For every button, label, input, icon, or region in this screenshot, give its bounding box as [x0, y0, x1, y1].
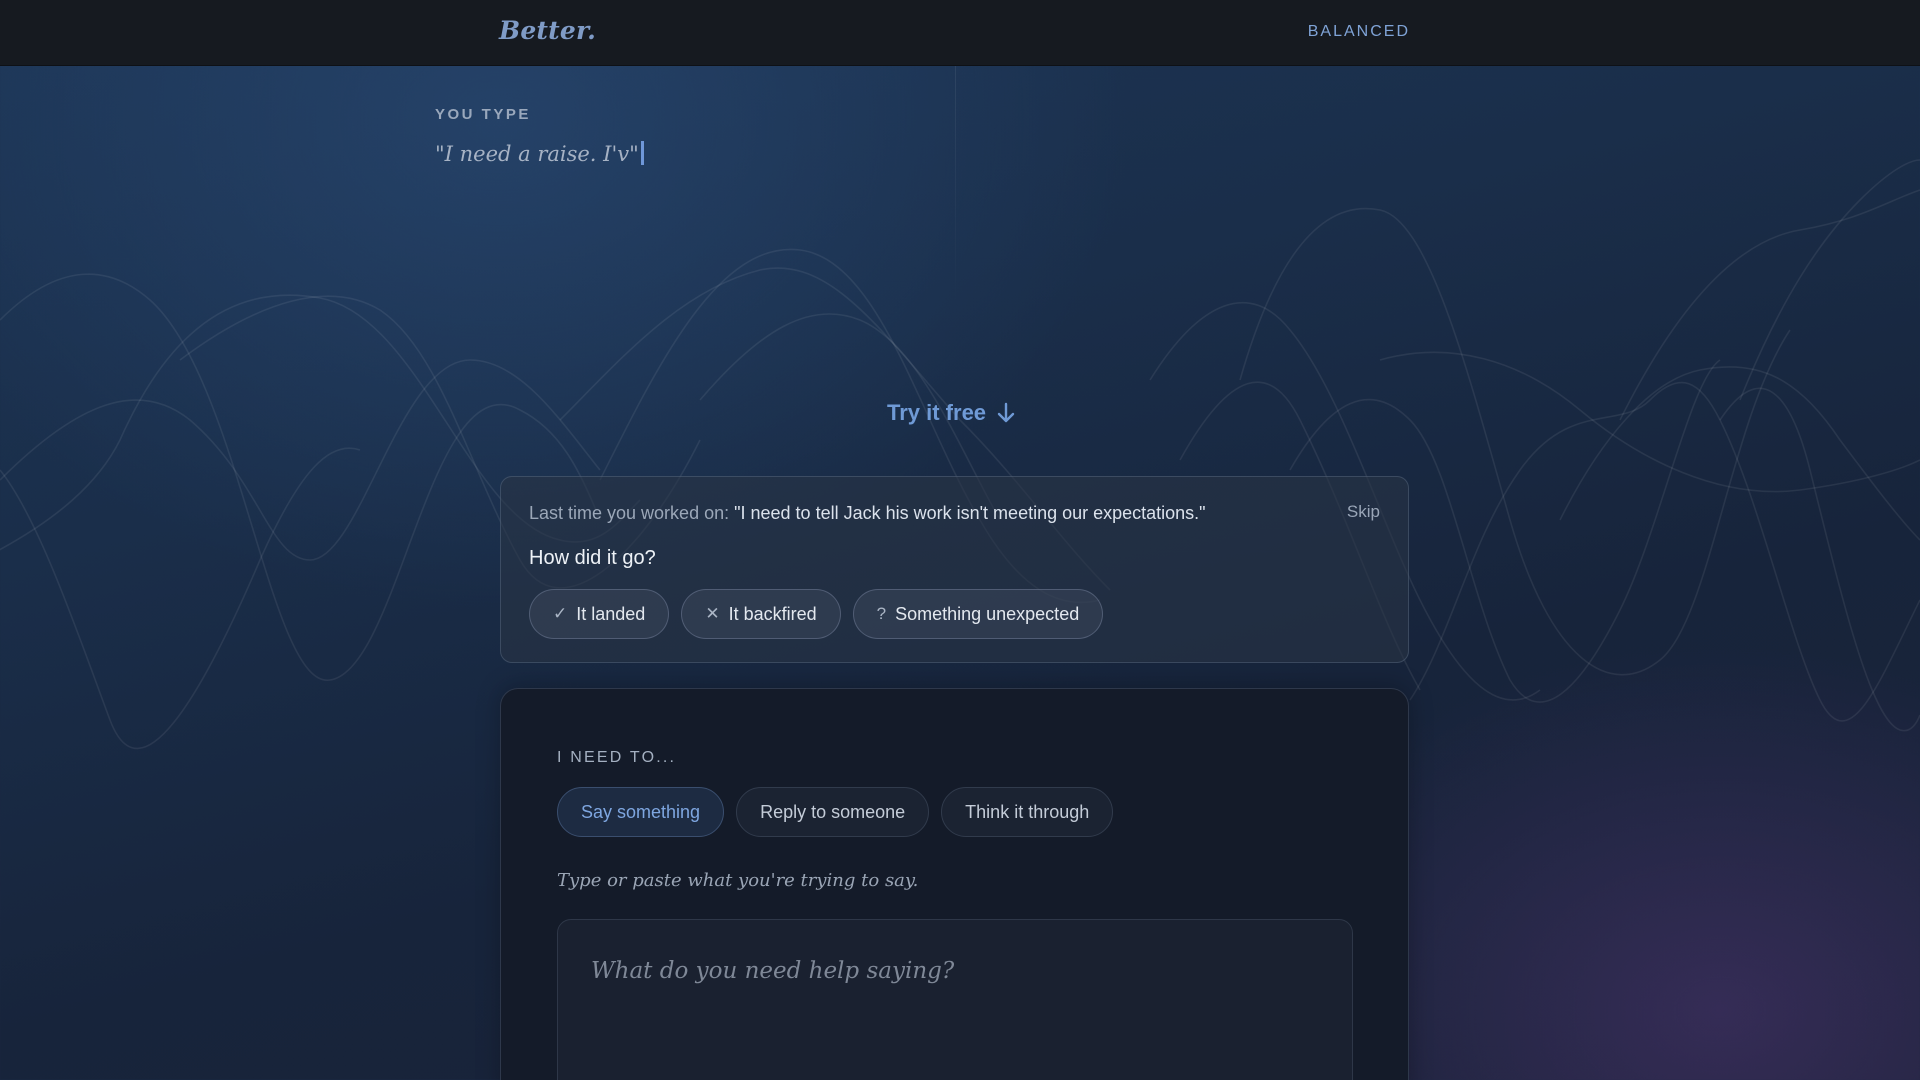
tab-say-something[interactable]: Say something	[557, 787, 725, 837]
feedback-question: How did it go?	[529, 547, 656, 569]
last-session-prefix: Last time you worked on:	[529, 503, 730, 523]
check-icon: ✓	[553, 604, 568, 623]
mode-selector[interactable]: BALANCED	[1308, 23, 1410, 41]
message-input-box	[557, 919, 1353, 1080]
it-landed-button[interactable]: ✓ It landed	[529, 589, 670, 639]
need-to-label: I NEED TO...	[557, 749, 677, 766]
feedback-option-label: Something unexpected	[895, 603, 1080, 624]
top-bar: Better. BALANCED	[0, 0, 1920, 66]
last-session-feedback-card: Last time you worked on: "I need to tell…	[500, 476, 1409, 663]
background-divider-line	[955, 66, 956, 306]
skip-button[interactable]: Skip	[1347, 502, 1380, 522]
something-unexpected-button[interactable]: ? Something unexpected	[852, 589, 1104, 639]
arrow-down-icon	[997, 402, 1015, 423]
feedback-option-label: It landed	[576, 603, 646, 624]
tab-reply-to-someone[interactable]: Reply to someone	[736, 787, 930, 837]
you-type-label: YOU TYPE	[435, 106, 531, 123]
message-input[interactable]	[558, 920, 1352, 1080]
tab-think-it-through[interactable]: Think it through	[941, 787, 1114, 837]
question-icon: ?	[876, 604, 887, 623]
typing-demo-text: "I need a raise. I'v"	[435, 142, 639, 166]
it-backfired-button[interactable]: ✕ It backfired	[681, 589, 841, 639]
last-session-text: Last time you worked on: "I need to tell…	[529, 503, 1206, 524]
composer-hint: Type or paste what you're trying to say.	[557, 870, 919, 891]
try-it-free-button[interactable]: Try it free	[887, 400, 1016, 426]
last-session-quote: "I need to tell Jack his work isn't meet…	[734, 503, 1206, 523]
composer-panel: I NEED TO... Say something Reply to some…	[500, 688, 1409, 1080]
text-caret	[640, 141, 644, 165]
x-icon: ✕	[705, 604, 720, 623]
feedback-options: ✓ It landed ✕ It backfired ? Something u…	[529, 589, 1104, 639]
feedback-option-label: It backfired	[728, 603, 817, 624]
try-it-free-label: Try it free	[887, 400, 987, 425]
logo[interactable]: Better.	[499, 16, 596, 45]
typing-demo: "I need a raise. I'v"	[435, 141, 644, 166]
mode-tabs: Say something Reply to someone Think it …	[557, 787, 1114, 837]
